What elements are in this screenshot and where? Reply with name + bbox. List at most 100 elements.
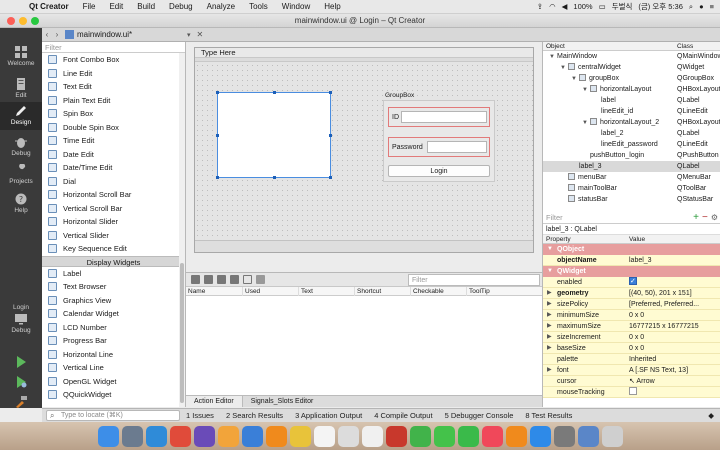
battery-percent[interactable]: 100% [573, 2, 592, 11]
header-property[interactable]: Property [546, 235, 571, 244]
form-mainwindow[interactable]: Type Here GroupBox ID Password Login [194, 47, 534, 253]
menu-edit[interactable]: Edit [102, 2, 130, 11]
dock-app-photos[interactable] [217, 425, 239, 447]
clock[interactable]: (금) 오후 5:36 [638, 1, 682, 12]
expand-arrow-icon[interactable]: ▶ [547, 310, 552, 321]
close-window-icon[interactable] [7, 17, 15, 25]
back-icon[interactable]: ‹ [42, 30, 52, 39]
widget-item-key-sequence-edit[interactable]: Key Sequence Edit [42, 242, 185, 256]
output-tab-application-output[interactable]: 3 Application Output [289, 411, 368, 420]
widget-item-qquickwidget[interactable]: QQuickWidget [42, 388, 185, 402]
property-row-minimumsize[interactable]: ▶ minimumSize 0 x 0 [543, 310, 720, 321]
paste-action-icon[interactable] [217, 275, 226, 284]
widget-item-plain-text-edit[interactable]: Plain Text Edit [42, 94, 185, 108]
dock-app-reminders[interactable] [361, 425, 383, 447]
object-tree-row[interactable]: label_3 QLabel [543, 161, 720, 172]
mode-help[interactable]: ? Help [0, 193, 42, 214]
configure-icon[interactable] [256, 275, 265, 284]
notification-center-icon[interactable]: ≡ [710, 2, 714, 11]
property-row-geometry[interactable]: ▶ geometry [(40, 50), 201 x 151] [543, 288, 720, 299]
dock-app-calendar[interactable] [313, 425, 335, 447]
expand-arrow-icon[interactable]: ▶ [547, 299, 552, 310]
property-row-palette[interactable]: palette Inherited [543, 354, 720, 365]
dock-app-launchpad[interactable] [121, 425, 143, 447]
dock-app-safari[interactable] [145, 425, 167, 447]
password-label[interactable]: Password [392, 144, 423, 151]
dock-app-photo-booth[interactable] [385, 425, 407, 447]
widget-item-vertical-slider[interactable]: Vertical Slider [42, 229, 185, 243]
debug-run-button[interactable] [0, 376, 42, 390]
column-checkable[interactable]: Checkable [410, 287, 444, 296]
widget-item-font-combo-box[interactable]: Font Combo Box [42, 53, 185, 67]
property-row-sizeincrement[interactable]: ▶ sizeIncrement 0 x 0 [543, 332, 720, 343]
object-tree-row[interactable]: statusBar QStatusBar [543, 194, 720, 205]
login-button[interactable]: Login [388, 165, 490, 177]
object-tree-row[interactable]: label QLabel [543, 95, 720, 106]
kit-selector[interactable]: Login Debug [0, 304, 42, 334]
property-row-objectname[interactable]: objectName label_3 [543, 255, 720, 266]
forward-icon[interactable]: › [52, 30, 62, 39]
remove-property-icon[interactable]: − [702, 212, 708, 223]
dock-app-books[interactable] [505, 425, 527, 447]
expand-arrow-icon[interactable]: ▶ [547, 332, 552, 343]
dock-app-app-store[interactable] [529, 425, 551, 447]
object-tree-row[interactable]: lineEdit_password QLineEdit [543, 139, 720, 150]
resize-handle[interactable] [273, 176, 276, 179]
siri-icon[interactable]: ● [699, 2, 704, 11]
dock-app-facetime[interactable] [457, 425, 479, 447]
resize-handle[interactable] [273, 91, 276, 94]
property-value[interactable]: [Preferred, Preferred... [629, 299, 719, 310]
widget-item-vertical-line[interactable]: Vertical Line [42, 361, 185, 375]
open-document-combo[interactable]: mainwindow.ui* [77, 30, 187, 39]
minimize-window-icon[interactable] [19, 17, 27, 25]
build-button[interactable] [0, 396, 42, 410]
widget-item-progress-bar[interactable]: Progress Bar [42, 334, 185, 348]
widget-item-dial[interactable]: Dial [42, 175, 185, 189]
widget-item-date-edit[interactable]: Date Edit [42, 148, 185, 162]
widget-filter-input[interactable]: Filter [42, 42, 185, 53]
property-value[interactable] [629, 277, 719, 288]
dock-app-finder[interactable] [97, 425, 119, 447]
dock-app-textedit[interactable] [337, 425, 359, 447]
column-text[interactable]: Text [298, 287, 313, 296]
property-checkbox[interactable] [629, 277, 637, 287]
object-tree-row[interactable]: ▼ horizontalLayout_2 QHBoxLayout [543, 117, 720, 128]
resize-handle[interactable] [329, 176, 332, 179]
widget-item-calendar-widget[interactable]: Calendar Widget [42, 307, 185, 321]
column-shortcut[interactable]: Shortcut [354, 287, 381, 296]
widget-item-lcd-number[interactable]: LCD Number [42, 321, 185, 335]
object-tree-row[interactable]: ▼ MainWindow QMainWindow [543, 51, 720, 62]
property-value[interactable]: label_3 [629, 255, 719, 266]
mode-edit[interactable]: Edit [0, 78, 42, 99]
resize-handle[interactable] [329, 91, 332, 94]
resize-handle[interactable] [216, 91, 219, 94]
id-label[interactable]: ID [392, 114, 399, 121]
property-value[interactable]: 16777215 x 16777215 [629, 321, 719, 332]
output-tab-search-results[interactable]: 2 Search Results [220, 411, 289, 420]
form-menubar[interactable]: Type Here [195, 48, 533, 58]
object-tree-row[interactable]: mainToolBar QToolBar [543, 183, 720, 194]
id-line-edit[interactable] [401, 111, 487, 123]
property-filter-input[interactable]: Filter [543, 213, 563, 222]
header-value[interactable]: Value [629, 235, 645, 244]
dock-app-trash[interactable] [601, 425, 623, 447]
mode-debug[interactable]: Debug [0, 136, 42, 157]
menu-debug[interactable]: Debug [162, 2, 200, 11]
property-row-basesize[interactable]: ▶ baseSize 0 x 0 [543, 343, 720, 354]
widget-item-line-edit[interactable]: Line Edit [42, 67, 185, 81]
dock-app-keynote[interactable] [241, 425, 263, 447]
mode-welcome[interactable]: Welcome [0, 46, 42, 67]
property-row-sizepolicy[interactable]: ▶ sizePolicy [Preferred, Preferred... [543, 299, 720, 310]
copy-action-icon[interactable] [204, 275, 213, 284]
property-row-mousetracking[interactable]: mouseTracking [543, 387, 720, 398]
collapse-arrow-icon[interactable]: ▼ [547, 244, 553, 255]
password-line-edit[interactable] [427, 141, 487, 153]
property-value[interactable]: 0 x 0 [629, 343, 719, 354]
widget-category-display-widgets[interactable]: Display Widgets [42, 255, 185, 267]
volume-icon[interactable]: ◀ [562, 2, 568, 11]
menu-build[interactable]: Build [130, 2, 162, 11]
horizontal-layout-id[interactable]: ID [388, 107, 490, 127]
widget-item-label[interactable]: Label [42, 267, 185, 281]
output-tab-issues[interactable]: 1 Issues [180, 411, 220, 420]
tab-signals-slots-editor[interactable]: Signals_Slots Editor [243, 396, 322, 407]
